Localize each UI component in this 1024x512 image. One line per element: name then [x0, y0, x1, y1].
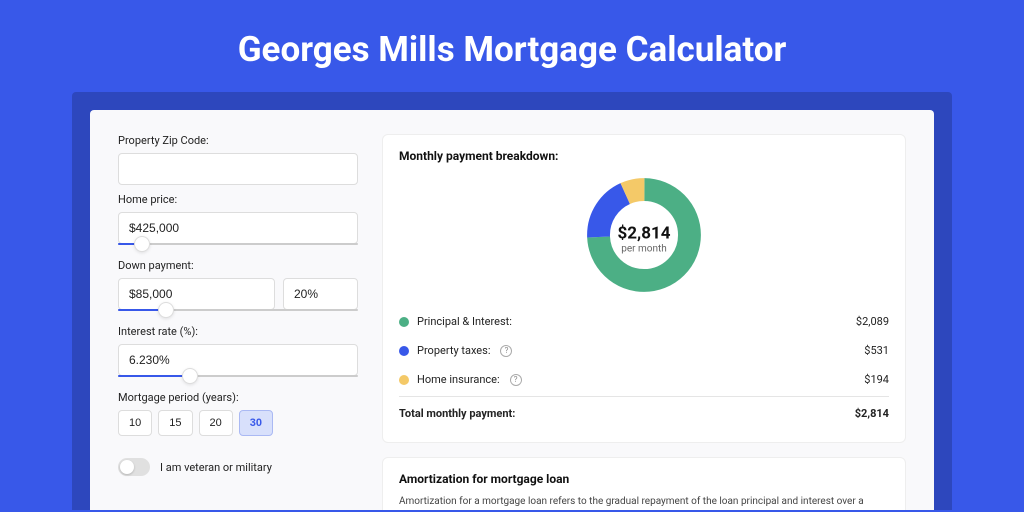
slider-thumb-icon[interactable] [182, 368, 198, 384]
period-btn-30[interactable]: 30 [239, 410, 273, 436]
down-payment-label: Down payment: [118, 259, 358, 272]
breakdown-panel: Monthly payment breakdown: $2,814 per mo… [382, 134, 906, 443]
info-icon[interactable]: ? [510, 374, 522, 386]
zip-field: Property Zip Code: [118, 134, 358, 185]
dot-icon [399, 346, 409, 356]
legend-ins-value: $194 [864, 373, 889, 386]
toggle-knob-icon [120, 460, 134, 474]
calculator-card: Property Zip Code: Home price: Down paym… [90, 110, 934, 510]
legend-tax: Property taxes: ? $531 [399, 336, 889, 365]
form-column: Property Zip Code: Home price: Down paym… [118, 134, 358, 510]
amortization-title: Amortization for mortgage loan [399, 472, 889, 486]
period-btn-20[interactable]: 20 [199, 410, 233, 436]
period-buttons: 10 15 20 30 [118, 410, 358, 436]
slider-thumb-icon[interactable] [158, 302, 174, 318]
donut-center-sub: per month [618, 244, 671, 255]
down-payment-slider[interactable] [118, 309, 358, 311]
legend-pi-label: Principal & Interest: [417, 315, 512, 328]
legend-total: Total monthly payment: $2,814 [399, 396, 889, 428]
period-btn-10[interactable]: 10 [118, 410, 152, 436]
donut-center: $2,814 per month [618, 224, 671, 255]
legend-tax-label: Property taxes: [417, 344, 490, 357]
amortization-panel: Amortization for mortgage loan Amortizat… [382, 457, 906, 510]
donut-chart: $2,814 per month [399, 171, 889, 307]
legend-total-label: Total monthly payment: [399, 407, 515, 420]
down-payment-percent-input[interactable] [283, 278, 358, 310]
dot-icon [399, 317, 409, 327]
veteran-row: I am veteran or military [118, 458, 358, 476]
home-price-slider[interactable] [118, 243, 358, 245]
legend-pi: Principal & Interest: $2,089 [399, 307, 889, 336]
outer-card: Property Zip Code: Home price: Down paym… [72, 92, 952, 510]
period-label: Mortgage period (years): [118, 391, 358, 404]
amortization-text: Amortization for a mortgage loan refers … [399, 494, 889, 510]
interest-slider[interactable] [118, 375, 358, 377]
slider-thumb-icon[interactable] [134, 236, 150, 252]
legend-tax-value: $531 [864, 344, 889, 357]
zip-input[interactable] [118, 153, 358, 185]
legend-ins-label: Home insurance: [417, 373, 500, 386]
page-title: Georges Mills Mortgage Calculator [0, 0, 1024, 92]
zip-label: Property Zip Code: [118, 134, 358, 147]
veteran-label: I am veteran or military [160, 461, 272, 474]
down-payment-input[interactable] [118, 278, 275, 310]
down-payment-field: Down payment: [118, 259, 358, 311]
period-btn-15[interactable]: 15 [158, 410, 192, 436]
legend-ins: Home insurance: ? $194 [399, 365, 889, 394]
interest-input[interactable] [118, 344, 358, 376]
home-price-input[interactable] [118, 212, 358, 244]
legend-total-value: $2,814 [855, 407, 889, 420]
info-icon[interactable]: ? [500, 345, 512, 357]
home-price-field: Home price: [118, 193, 358, 245]
interest-label: Interest rate (%): [118, 325, 358, 338]
home-price-label: Home price: [118, 193, 358, 206]
donut-center-value: $2,814 [618, 224, 671, 244]
dot-icon [399, 375, 409, 385]
legend-pi-value: $2,089 [856, 315, 889, 328]
period-field: Mortgage period (years): 10 15 20 30 [118, 391, 358, 436]
results-column: Monthly payment breakdown: $2,814 per mo… [382, 134, 906, 510]
veteran-toggle[interactable] [118, 458, 150, 476]
interest-field: Interest rate (%): [118, 325, 358, 377]
breakdown-title: Monthly payment breakdown: [399, 149, 889, 163]
